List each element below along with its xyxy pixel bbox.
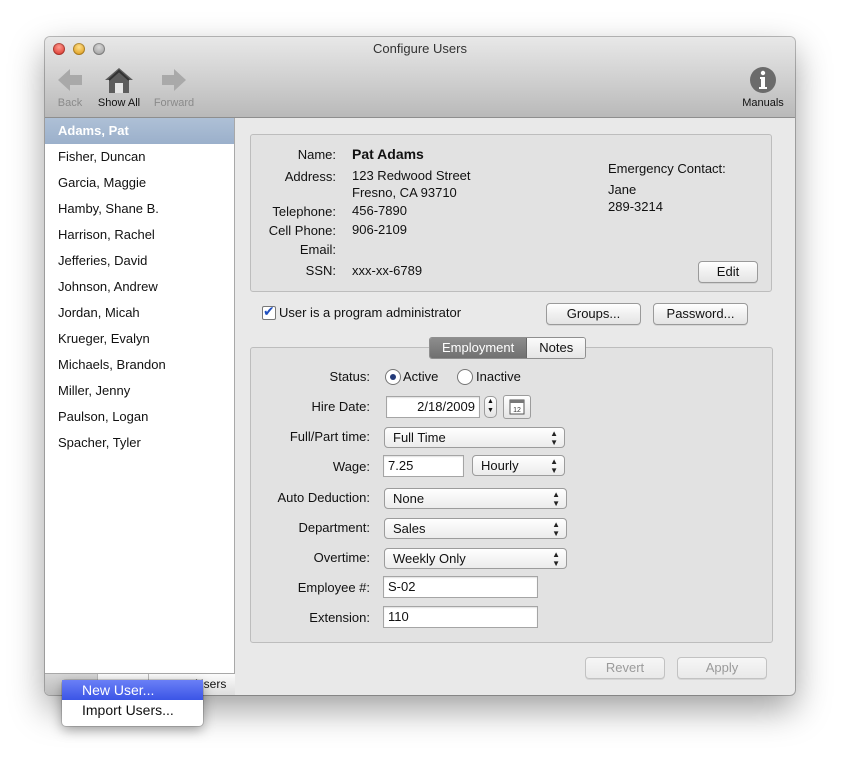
- show-all-label: Show All: [97, 97, 141, 109]
- department-value: Sales: [393, 521, 426, 536]
- user-list-item[interactable]: Krueger, Evalyn: [45, 326, 234, 352]
- title-toolbar: Configure Users Back Show All Forward Ma…: [45, 37, 795, 118]
- edit-button[interactable]: Edit: [698, 261, 758, 283]
- user-list-item[interactable]: Miller, Jenny: [45, 378, 234, 404]
- employment-panel: Status: Active Inactive Hire Date: 2/18/…: [250, 347, 773, 643]
- back-label: Back: [57, 97, 83, 109]
- back-arrow-icon: [58, 69, 82, 91]
- manuals-label: Manuals: [742, 97, 784, 109]
- tab-employment[interactable]: Employment: [430, 338, 528, 358]
- menu-item-new-user[interactable]: New User...: [62, 680, 203, 700]
- user-list-item[interactable]: Michaels, Brandon: [45, 352, 234, 378]
- email-label: Email:: [299, 242, 336, 257]
- wage-unit-value: Hourly: [481, 458, 519, 473]
- user-list-item[interactable]: Johnson, Andrew: [45, 274, 234, 300]
- ssn-label: SSN:: [305, 263, 336, 278]
- back-button[interactable]: Back: [53, 65, 87, 109]
- add-user-menu: New User... Import Users...: [62, 680, 203, 726]
- full-part-time-popup[interactable]: Full Time ▲ ▼: [384, 427, 565, 448]
- department-popup[interactable]: Sales ▲ ▼: [384, 518, 567, 539]
- full-part-time-label: Full/Part time:: [289, 429, 370, 444]
- calendar-icon: 12: [509, 399, 525, 415]
- menu-item-import-users[interactable]: Import Users...: [62, 700, 203, 720]
- address-line1: 123 Redwood Street: [352, 168, 471, 183]
- calendar-button[interactable]: 12: [503, 395, 531, 419]
- extension-label: Extension:: [309, 610, 370, 625]
- address-line2: Fresno, CA 93710: [352, 185, 457, 200]
- contact-card: Name: Pat Adams Address: 123 Redwood Str…: [250, 134, 772, 292]
- hire-date-field[interactable]: 2/18/2009: [386, 396, 480, 418]
- info-icon: [750, 67, 776, 93]
- forward-arrow-icon: [162, 69, 186, 91]
- emergency-contact-label: Emergency Contact:: [608, 161, 726, 176]
- show-all-button[interactable]: Show All: [95, 65, 143, 109]
- status-inactive-label: Inactive: [476, 369, 521, 384]
- employee-number-field[interactable]: S-02: [383, 576, 538, 598]
- admin-checkbox-label: User is a program administrator: [279, 305, 462, 320]
- calendar-day: 12: [513, 407, 521, 414]
- cell-phone-label: Cell Phone:: [268, 223, 336, 238]
- popup-arrows-icon: ▲ ▼: [550, 429, 558, 447]
- wage-field[interactable]: 7.25: [383, 455, 464, 477]
- user-list: Adams, Pat Fisher, Duncan Garcia, Maggie…: [45, 118, 235, 673]
- user-list-item[interactable]: Fisher, Duncan: [45, 144, 234, 170]
- full-part-time-value: Full Time: [393, 430, 446, 445]
- password-button[interactable]: Password...: [653, 303, 748, 325]
- admin-checkbox[interactable]: [262, 303, 276, 320]
- employee-number-label: Employee #:: [297, 580, 370, 595]
- overtime-popup[interactable]: Weekly Only ▲ ▼: [384, 548, 567, 569]
- tab-notes[interactable]: Notes: [527, 338, 586, 358]
- wage-unit-popup[interactable]: Hourly ▲ ▼: [472, 455, 565, 476]
- cell-phone-value: 906-2109: [352, 222, 407, 237]
- user-list-item[interactable]: Paulson, Logan: [45, 404, 234, 430]
- emergency-contact-phone: 289-3214: [608, 199, 663, 214]
- wage-label: Wage:: [332, 459, 370, 474]
- address-label: Address:: [284, 169, 336, 184]
- department-label: Department:: [298, 520, 370, 535]
- popup-arrows-icon: ▲ ▼: [552, 550, 560, 568]
- telephone-value: 456-7890: [352, 203, 407, 218]
- tab-bar: Employment Notes: [429, 337, 587, 359]
- user-list-item[interactable]: Harrison, Rachel: [45, 222, 234, 248]
- status-inactive-radio[interactable]: [457, 369, 473, 385]
- manuals-button[interactable]: Manuals: [739, 65, 787, 109]
- overtime-label: Overtime:: [313, 550, 370, 565]
- extension-field[interactable]: 110: [383, 606, 538, 628]
- user-list-item[interactable]: Adams, Pat: [45, 118, 234, 144]
- popup-arrows-icon: ▲ ▼: [552, 490, 560, 508]
- user-list-item[interactable]: Spacher, Tyler: [45, 430, 234, 456]
- popup-arrows-icon: ▲ ▼: [550, 457, 558, 475]
- user-list-item[interactable]: Garcia, Maggie: [45, 170, 234, 196]
- forward-button[interactable]: Forward: [151, 65, 197, 109]
- telephone-label: Telephone:: [272, 204, 336, 219]
- emergency-contact-name: Jane: [608, 182, 637, 197]
- configure-users-window: Configure Users Back Show All Forward Ma…: [45, 37, 795, 695]
- status-active-radio[interactable]: [385, 369, 401, 385]
- window-title: Configure Users: [373, 41, 467, 56]
- forward-label: Forward: [153, 97, 195, 109]
- auto-deduction-value: None: [393, 491, 425, 506]
- user-list-item[interactable]: Jordan, Micah: [45, 300, 234, 326]
- user-list-item[interactable]: Jefferies, David: [45, 248, 234, 274]
- status-active-label: Active: [403, 369, 439, 384]
- revert-button[interactable]: Revert: [585, 657, 665, 679]
- overtime-value: Weekly Only: [393, 551, 466, 566]
- status-label: Status:: [329, 369, 370, 384]
- ssn-value: xxx-xx-6789: [352, 263, 423, 278]
- popup-arrows-icon: ▲ ▼: [552, 520, 560, 538]
- apply-button[interactable]: Apply: [677, 657, 767, 679]
- hire-date-label: Hire Date:: [311, 399, 370, 414]
- name-value: Pat Adams: [352, 146, 424, 162]
- hire-date-stepper[interactable]: ▲ ▼: [484, 396, 497, 418]
- groups-button[interactable]: Groups...: [546, 303, 641, 325]
- auto-deduction-popup[interactable]: None ▲ ▼: [384, 488, 567, 509]
- name-label: Name:: [297, 147, 336, 162]
- home-icon: [105, 68, 133, 93]
- user-list-item[interactable]: Hamby, Shane B.: [45, 196, 234, 222]
- auto-deduction-label: Auto Deduction:: [277, 490, 370, 505]
